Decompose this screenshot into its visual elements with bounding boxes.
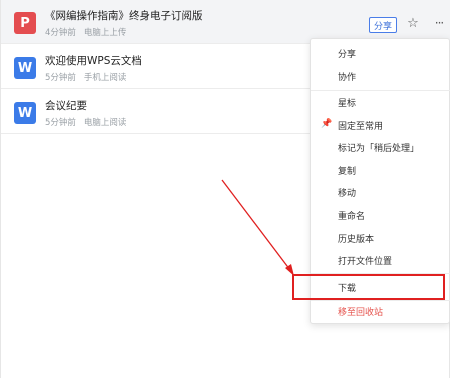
- file-list-page: P 《网编操作指南》终身电子订阅版 4分钟前 电脑上上传 分享 ☆ ··· W 欢…: [0, 0, 450, 378]
- annotation-arrow: [221, 179, 294, 276]
